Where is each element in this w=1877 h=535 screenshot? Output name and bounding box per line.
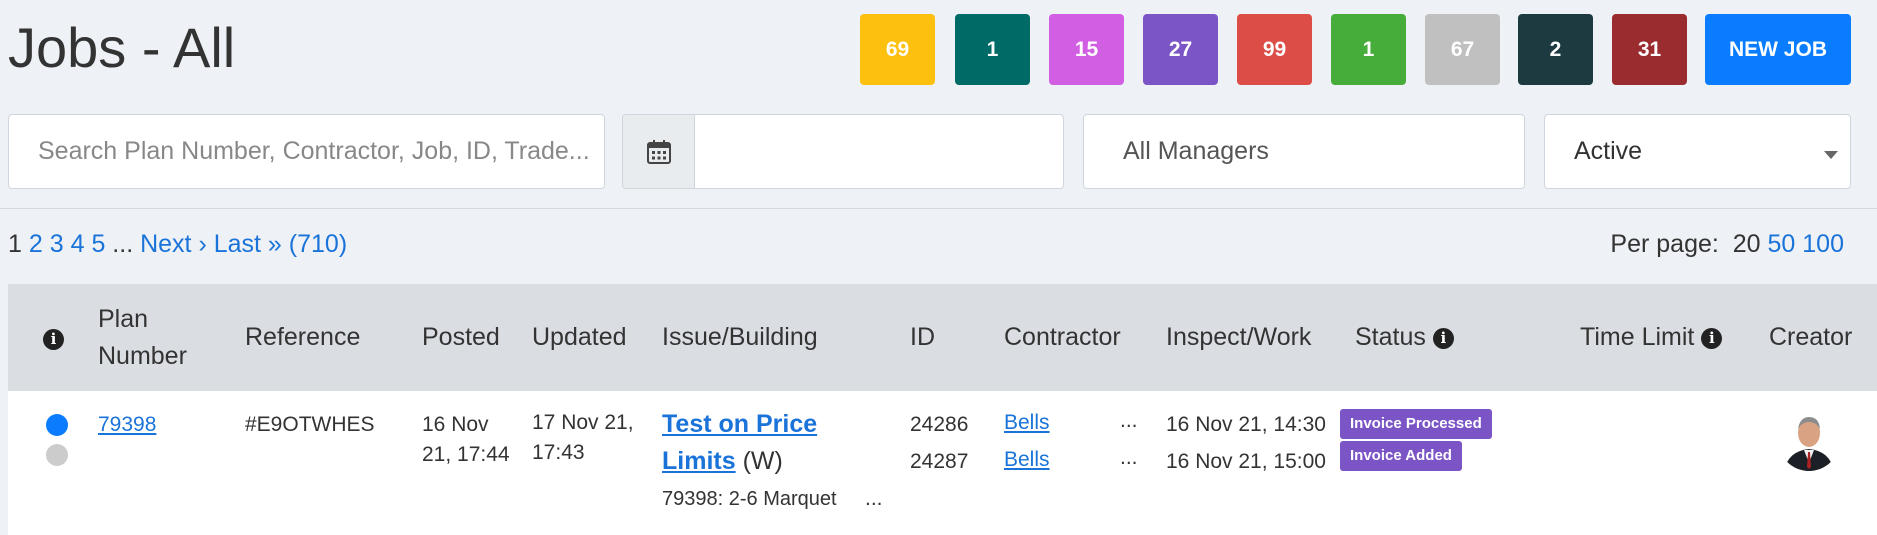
page-last-link[interactable]: Last » <box>214 230 282 258</box>
col-id[interactable]: ID <box>910 319 935 356</box>
avatar[interactable] <box>1778 409 1840 471</box>
pagination: 1 2 3 4 5 ... Next › Last » (710) <box>8 230 347 259</box>
status-badge: Invoice Processed <box>1340 409 1492 439</box>
per-page: Per page: 20 50 100 <box>1610 230 1844 259</box>
new-job-button[interactable]: NEW JOB <box>1705 14 1851 85</box>
contractor-more-2[interactable]: ... <box>1120 443 1138 473</box>
page-current: 1 <box>8 230 22 258</box>
issue-building: 79398: 2-6 Marquet <box>662 488 837 510</box>
inspect-time-2: 16 Nov 21, 15:00 <box>1166 450 1326 473</box>
time-limit-info-icon[interactable]: i <box>1701 327 1723 349</box>
status-tile-2[interactable]: 1 <box>955 14 1030 85</box>
page-total-link[interactable]: (710) <box>289 230 347 258</box>
issue-suffix: (W) <box>735 447 783 475</box>
status-tile-8[interactable]: 2 <box>1518 14 1593 85</box>
col-updated[interactable]: Updated <box>532 319 627 356</box>
updated-value: 17 Nov 21, 17:43 <box>532 411 634 464</box>
col-time-limit[interactable]: Time Limit i <box>1580 319 1723 356</box>
per-page-100[interactable]: 100 <box>1802 230 1844 258</box>
page-link-3[interactable]: 3 <box>50 230 64 258</box>
issue-cell: Test on Price Limits (W) <box>662 406 877 480</box>
status-dot-blue <box>46 414 68 436</box>
page-ellipsis: ... <box>112 230 134 258</box>
search-input[interactable]: Search Plan Number, Contractor, Job, ID,… <box>8 114 605 189</box>
chevron-down-icon <box>1824 151 1838 159</box>
info-icon[interactable]: i <box>43 320 64 357</box>
status-select[interactable]: Active <box>1544 114 1851 189</box>
per-page-label: Per page: <box>1610 230 1719 258</box>
status-tile-9[interactable]: 31 <box>1612 14 1687 85</box>
calendar-button[interactable] <box>623 115 695 188</box>
col-reference[interactable]: Reference <box>245 319 360 356</box>
col-inspect-work[interactable]: Inspect/Work <box>1166 319 1311 356</box>
job-id-1: 24286 <box>910 413 969 436</box>
reference-value: #E9OTWHES <box>245 413 375 436</box>
status-tile-3[interactable]: 15 <box>1049 14 1124 85</box>
status-tile-4[interactable]: 27 <box>1143 14 1218 85</box>
job-id-2: 24287 <box>910 450 969 473</box>
inspect-time-1: 16 Nov 21, 14:30 <box>1166 413 1326 436</box>
status-badge: Invoice Added <box>1340 441 1462 471</box>
page-link-2[interactable]: 2 <box>29 230 43 258</box>
managers-select[interactable]: All Managers <box>1083 114 1525 189</box>
status-tile-1[interactable]: 69 <box>860 14 935 85</box>
posted-value: 16 Nov 21, 17:44 <box>422 413 510 466</box>
divider <box>0 208 1877 209</box>
issue-more[interactable]: ... <box>865 484 883 514</box>
status-tile-6[interactable]: 1 <box>1331 14 1406 85</box>
plan-number-link[interactable]: 79398 <box>98 410 156 440</box>
page-link-4[interactable]: 4 <box>71 230 85 258</box>
page-link-5[interactable]: 5 <box>91 230 105 258</box>
col-status-label: Status <box>1355 323 1426 351</box>
col-issue-building[interactable]: Issue/Building <box>662 319 818 356</box>
col-contractor[interactable]: Contractor <box>1004 319 1121 356</box>
col-posted[interactable]: Posted <box>422 319 500 356</box>
col-time-limit-label: Time Limit <box>1580 323 1695 351</box>
status-select-value: Active <box>1574 137 1643 165</box>
table-header: i Plan Number Reference Posted Updated I… <box>8 284 1877 391</box>
contractor-link-2[interactable]: Bells <box>1004 445 1050 475</box>
status-tile-7[interactable]: 67 <box>1425 14 1500 85</box>
status-dot-grey <box>46 444 68 466</box>
date-input[interactable] <box>695 115 1063 188</box>
col-creator[interactable]: Creator <box>1769 319 1852 356</box>
col-status[interactable]: Status i <box>1355 319 1454 356</box>
contractor-link-1[interactable]: Bells <box>1004 408 1050 438</box>
contractor-more-1[interactable]: ... <box>1120 406 1138 436</box>
status-tile-5[interactable]: 99 <box>1237 14 1312 85</box>
per-page-50[interactable]: 50 <box>1768 230 1796 258</box>
date-picker <box>622 114 1064 189</box>
table-row[interactable]: 79398 #E9OTWHES 16 Nov 21, 17:44 17 Nov … <box>8 391 1877 535</box>
calendar-icon <box>646 139 671 164</box>
page-next-link[interactable]: Next › <box>140 230 207 258</box>
page-title: Jobs - All <box>8 16 236 79</box>
col-plan-number[interactable]: Plan Number <box>98 301 208 375</box>
status-info-icon[interactable]: i <box>1432 327 1454 349</box>
per-page-current: 20 <box>1732 230 1761 258</box>
